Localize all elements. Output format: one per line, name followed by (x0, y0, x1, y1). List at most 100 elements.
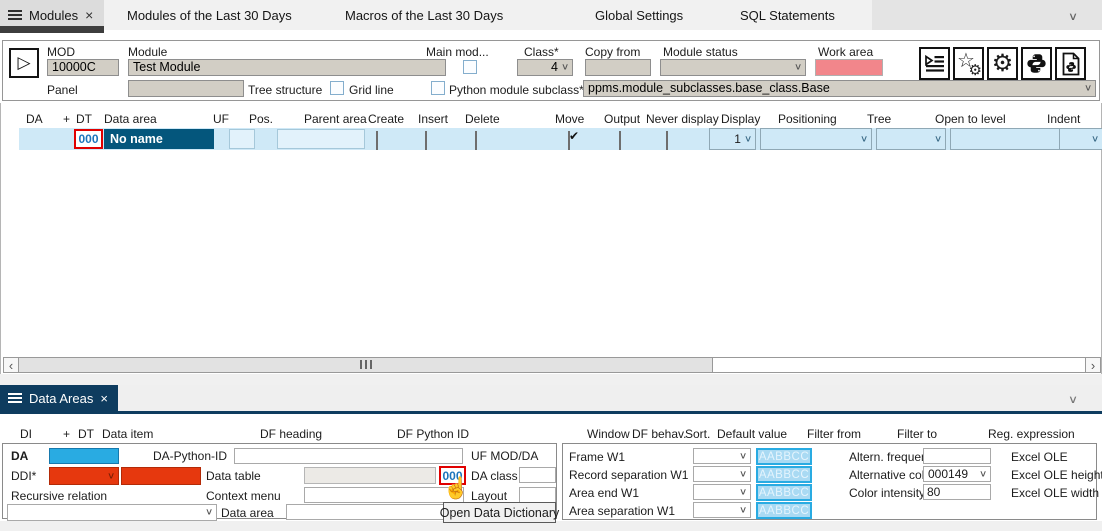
create-checkbox[interactable] (376, 131, 378, 150)
copy-from-field[interactable] (585, 59, 651, 76)
module-name-field[interactable]: Test Module (128, 59, 446, 76)
tree-select[interactable]: ∨ (876, 128, 946, 150)
area-end-w1-select[interactable]: ∨ (693, 484, 751, 500)
col-header-uf[interactable]: UF (213, 112, 229, 126)
pos-cell[interactable] (229, 129, 255, 149)
close-icon[interactable]: × (100, 391, 108, 406)
col-header-data-item[interactable]: Data item (102, 427, 153, 441)
tab-global-settings[interactable]: Global Settings (595, 8, 683, 23)
scroll-right-arrow[interactable]: › (1085, 358, 1100, 372)
display-select[interactable]: 1 ∨ (709, 128, 756, 150)
col-header-plus[interactable]: + (63, 112, 70, 126)
chevron-down-icon: ∨ (561, 63, 569, 72)
col-header-df-python-id[interactable]: DF Python ID (397, 427, 469, 441)
python-subclass-checkbox[interactable] (431, 81, 445, 95)
col-header-open-to-level[interactable]: Open to level (935, 112, 1006, 126)
col-header-dt[interactable]: DT (78, 427, 94, 441)
tab-modules-of-last-30-days[interactable]: Modules of the Last 30 Days (127, 8, 292, 23)
ddi-select[interactable]: ∨ (49, 467, 119, 485)
menu-icon[interactable] (8, 8, 22, 22)
area-end-w1-color-field[interactable]: AABBCC (756, 484, 812, 501)
altern-frequency-field[interactable] (923, 448, 991, 464)
scroll-left-arrow[interactable]: ‹ (4, 358, 19, 372)
data-area-name-cell[interactable]: No name (104, 129, 214, 149)
grid-line-checkbox[interactable] (330, 81, 344, 95)
area-separation-w1-select[interactable]: ∨ (693, 502, 751, 518)
context-menu-field[interactable] (304, 487, 464, 503)
data-table-field[interactable] (304, 467, 436, 484)
col-header-output[interactable]: Output (604, 112, 640, 126)
da-field[interactable] (49, 448, 119, 464)
python-button[interactable] (1021, 47, 1052, 80)
col-header-insert[interactable]: Insert (418, 112, 448, 126)
col-header-da[interactable]: DA (26, 112, 43, 126)
scrollbar-thumb[interactable] (19, 358, 713, 372)
python-subclass-select[interactable]: ppms.module_subclasses.base_class.Base ∨ (583, 80, 1096, 97)
parent-area-cell[interactable] (277, 129, 365, 149)
col-header-di[interactable]: DI (20, 427, 32, 441)
col-header-filter-to[interactable]: Filter to (897, 427, 937, 441)
run-button[interactable]: ▷ (9, 48, 39, 78)
color-intensity-w1-field[interactable]: 80 (923, 484, 991, 500)
recursive-relation-select[interactable]: ∨ (7, 504, 217, 521)
macro-settings-button[interactable]: ☆ ⚙ (953, 47, 984, 80)
tab-sql-statements[interactable]: SQL Statements (740, 8, 835, 23)
col-header-pos[interactable]: Pos. (249, 112, 273, 126)
col-header-filter-from[interactable]: Filter from (807, 427, 861, 441)
class-select[interactable]: 4 ∨ (517, 59, 573, 76)
col-header-delete[interactable]: Delete (465, 112, 500, 126)
module-status-select[interactable]: ∨ (660, 59, 806, 76)
col-header-plus[interactable]: + (63, 427, 70, 441)
panel-field[interactable] (128, 80, 244, 97)
col-header-move[interactable]: Move (555, 112, 584, 126)
insert-checkbox[interactable] (425, 131, 427, 150)
chevron-down-icon[interactable]: ∨ (1068, 393, 1078, 404)
run-list-button[interactable] (919, 47, 950, 80)
chevron-down-icon: ∨ (860, 135, 868, 144)
never-display-checkbox[interactable] (666, 131, 668, 150)
record-separation-w1-select[interactable]: ∨ (693, 466, 751, 482)
ddi-field[interactable] (121, 467, 201, 485)
frame-w1-select[interactable]: ∨ (693, 448, 751, 464)
main-mod-checkbox[interactable] (463, 60, 477, 74)
col-header-indent[interactable]: Indent (1047, 112, 1080, 126)
col-header-parent-area[interactable]: Parent area (304, 112, 367, 126)
col-header-create[interactable]: Create (368, 112, 404, 126)
tab-data-areas[interactable]: Data Areas × (0, 385, 118, 411)
delete-checkbox[interactable] (475, 131, 477, 150)
record-separation-w1-color-field[interactable]: AABBCC (756, 466, 812, 483)
python-file-button[interactable] (1055, 47, 1086, 80)
col-header-window[interactable]: Window (587, 427, 630, 441)
col-header-reg-expression[interactable]: Reg. expression (988, 427, 1075, 441)
menu-icon[interactable] (8, 391, 22, 405)
chevron-down-icon[interactable]: ∨ (1068, 10, 1078, 21)
output-checkbox[interactable] (619, 131, 621, 150)
alternative-color-select[interactable]: 000149 ∨ (923, 466, 991, 482)
col-header-df-behav[interactable]: DF behav. (632, 427, 686, 441)
frame-w1-color-field[interactable]: AABBCC (756, 448, 812, 465)
dt-cell-badge[interactable]: 000 (74, 129, 103, 149)
col-header-never-display[interactable]: Never display (646, 112, 719, 126)
positioning-select[interactable]: ∨ (760, 128, 872, 150)
col-header-sort[interactable]: Sort. (685, 427, 710, 441)
col-header-data-area[interactable]: Data area (104, 112, 157, 126)
indent-select[interactable]: ∨ (1059, 128, 1102, 150)
settings-button[interactable]: ⚙ (987, 47, 1018, 80)
tab-macros-of-last-30-days[interactable]: Macros of the Last 30 Days (345, 8, 503, 23)
work-area-field[interactable] (815, 59, 883, 76)
col-header-df-heading[interactable]: DF heading (260, 427, 322, 441)
col-header-positioning[interactable]: Positioning (778, 112, 837, 126)
layout-field[interactable] (519, 487, 556, 503)
horizontal-scrollbar[interactable]: ‹ › (3, 357, 1101, 373)
col-header-tree[interactable]: Tree (867, 112, 891, 126)
move-checkbox[interactable]: ✔ (568, 131, 570, 150)
data-area-field[interactable] (286, 504, 464, 520)
area-separation-w1-color-field[interactable]: AABBCC (756, 502, 812, 519)
col-header-display[interactable]: Display (721, 112, 760, 126)
close-icon[interactable]: × (85, 7, 93, 23)
col-header-dt[interactable]: DT (76, 112, 92, 126)
col-header-default-value[interactable]: Default value (717, 427, 787, 441)
da-python-id-field[interactable] (234, 448, 463, 464)
mod-field[interactable]: 10000C (47, 59, 119, 76)
da-class-field[interactable] (519, 467, 556, 483)
